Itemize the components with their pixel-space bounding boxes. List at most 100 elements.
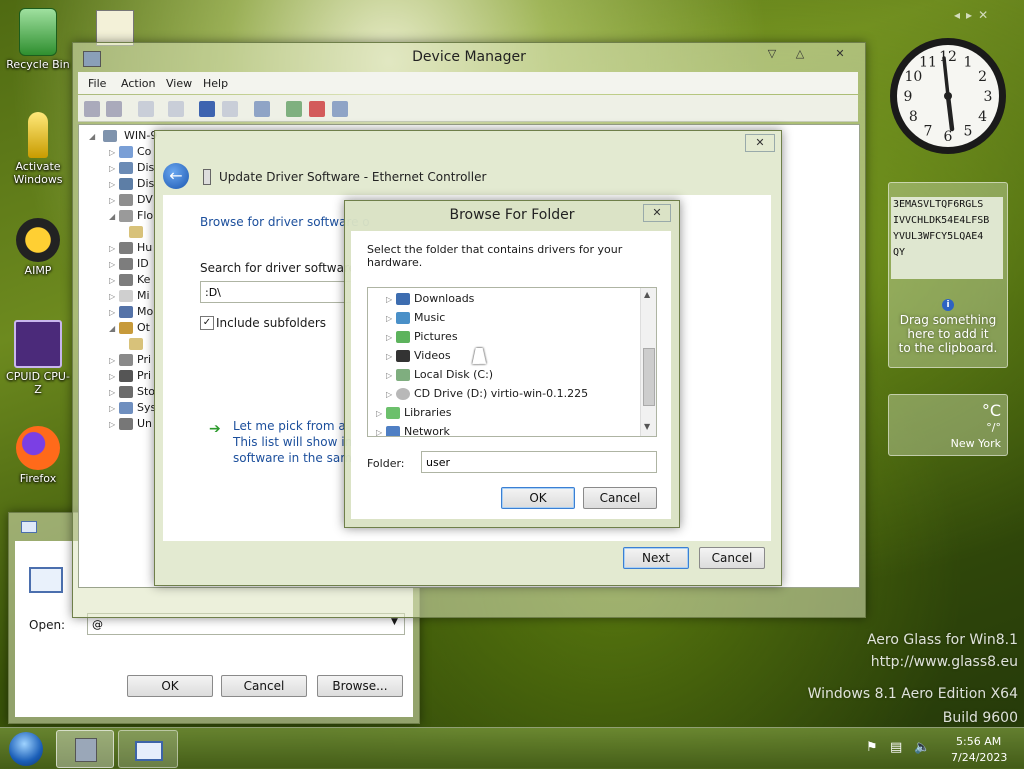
folder-item-label: Videos [414, 349, 451, 362]
folder-label: Folder: [367, 457, 405, 470]
desktop-icon-activate-windows[interactable]: Activate Windows [3, 112, 73, 186]
browse-cancel-button[interactable]: Cancel [583, 487, 657, 509]
expand-arrow-icon: ▷ [376, 409, 383, 418]
enable-device-icon[interactable] [332, 101, 348, 117]
run-ok-button[interactable]: OK [127, 675, 213, 697]
folder-tree-scrollbar[interactable]: ▲ ▼ [640, 288, 656, 436]
device-category-icon [119, 418, 133, 430]
desktop-icon-label: Recycle Bin [6, 58, 70, 71]
weather-unit: °C [981, 401, 1001, 420]
browse-ok-button[interactable]: OK [501, 487, 575, 509]
help-icon[interactable] [199, 101, 215, 117]
clock-number: 2 [978, 69, 987, 85]
desktop-icon-cpuz[interactable]: CPUID CPU-Z [3, 320, 73, 396]
watermark-line-4: Build 9600 [942, 710, 1018, 726]
run-browse-button[interactable]: Browse... [317, 675, 403, 697]
run-cancel-button[interactable]: Cancel [221, 675, 307, 697]
show-hide-icon[interactable] [168, 101, 184, 117]
folder-item-music[interactable]: ▷ Music [386, 309, 445, 327]
tree-item-label: DV [137, 193, 153, 206]
folder-item-pictures[interactable]: ▷ Pictures [386, 328, 458, 346]
taskbar-time[interactable]: 5:56 AM [956, 735, 1001, 748]
action-center-flag-icon[interactable]: ⚑ [866, 740, 878, 755]
close-button[interactable]: ✕ [825, 46, 855, 62]
next-button[interactable]: Next [623, 547, 689, 569]
device-category-icon [119, 178, 133, 190]
tree-item-label: Mo [137, 305, 154, 318]
weather-city: New York [950, 437, 1001, 450]
properties-icon[interactable] [138, 101, 154, 117]
scan-hardware-icon[interactable] [254, 101, 270, 117]
start-button[interactable] [9, 732, 43, 766]
libraries-icon [386, 407, 400, 419]
aimp-icon [16, 218, 60, 262]
collapse-arrow-icon: ◢ [109, 324, 116, 333]
close-button[interactable]: ✕ [643, 204, 671, 222]
tree-item[interactable]: ▷ Un [109, 415, 152, 433]
menu-help[interactable]: Help [203, 77, 228, 90]
include-subfolders-checkbox[interactable]: ✓ [200, 316, 214, 330]
run-app-icon [29, 567, 63, 593]
device-manager-icon [75, 738, 97, 762]
device-manager-toolbar [78, 95, 858, 122]
folder-item-label: Downloads [414, 292, 475, 305]
folder-item-cd-drive[interactable]: ▷ CD Drive (D:) virtio-win-0.1.225 [386, 385, 588, 403]
folder-item-downloads[interactable]: ▷ Downloads [386, 290, 474, 308]
uninstall-icon[interactable] [309, 101, 325, 117]
green-arrow-icon: ➔ [209, 421, 221, 437]
folder-item-label: Network [404, 425, 450, 437]
pick-driver-link[interactable]: Let me pick from a lis [233, 419, 362, 433]
folder-item-videos[interactable]: ▷ Videos [386, 347, 451, 365]
cancel-button[interactable]: Cancel [699, 547, 765, 569]
taskbar-run-button[interactable] [118, 730, 178, 768]
close-button[interactable]: ✕ [745, 134, 775, 152]
desktop-icon-label: Activate Windows [13, 160, 63, 186]
menu-action[interactable]: Action [121, 77, 155, 90]
folder-item-libraries[interactable]: ▷ Libraries [376, 404, 452, 422]
folder-item-label: CD Drive (D:) virtio-win-0.1.225 [414, 387, 589, 400]
device-category-icon [119, 306, 133, 318]
forward-arrow-icon[interactable] [106, 101, 122, 117]
details-icon[interactable] [222, 101, 238, 117]
expand-arrow-icon: ▷ [386, 371, 393, 380]
weather-gadget[interactable]: °C °/° New York [888, 394, 1008, 456]
update-driver-icon[interactable] [286, 101, 302, 117]
tree-root-label: WIN-9 [124, 129, 158, 142]
clock-gadget: 12 12 3 45678 9 1011 [890, 38, 1006, 154]
menu-view[interactable]: View [166, 77, 192, 90]
taskbar-device-manager-button[interactable] [56, 730, 114, 768]
chevron-down-icon[interactable]: ▼ [391, 617, 398, 627]
tree-item-label: Mi [137, 289, 150, 302]
taskbar-date[interactable]: 7/24/2023 [951, 751, 1007, 764]
pick-driver-desc-2: software in the same [233, 451, 360, 465]
clock-number: 1 [964, 54, 973, 70]
driver-path-input[interactable] [200, 281, 360, 303]
key-icon [28, 112, 48, 158]
folder-tree[interactable]: ▷ Downloads ▷ Music ▷ Pictures ▷ Videos ▷ Loc… [367, 287, 657, 437]
maximize-button[interactable]: △ [789, 46, 811, 62]
gadget-next-icon[interactable]: ▸ [966, 8, 978, 22]
menu-file[interactable]: File [88, 77, 106, 90]
folder-item-network[interactable]: ▷ Network [376, 423, 450, 437]
gadget-prev-icon[interactable]: ◂ [954, 8, 966, 22]
back-button[interactable]: ← [163, 163, 189, 189]
minimize-button[interactable]: ▽ [761, 46, 783, 62]
notepad-shortcut-icon[interactable] [96, 10, 134, 46]
back-arrow-icon[interactable] [84, 101, 100, 117]
folder-item-local-disk[interactable]: ▷ Local Disk (C:) [386, 366, 493, 384]
network-status-icon[interactable]: ▤ [890, 740, 902, 755]
folder-input[interactable] [421, 451, 657, 473]
tree-item-label: Ke [137, 273, 151, 286]
scroll-down-arrow-icon[interactable]: ▼ [644, 422, 650, 431]
scroll-thumb[interactable] [643, 348, 655, 406]
volume-muted-icon[interactable]: 🔈 [914, 740, 930, 755]
expand-arrow-icon: ▷ [386, 295, 393, 304]
desktop-icon-aimp[interactable]: AIMP [3, 218, 73, 277]
cpuz-icon [14, 320, 62, 368]
desktop-icon-recycle-bin[interactable]: Recycle Bin [3, 8, 73, 71]
desktop-icon-firefox[interactable]: Firefox [3, 426, 73, 485]
scroll-up-arrow-icon[interactable]: ▲ [644, 290, 650, 299]
watermark-line-3: Windows 8.1 Aero Edition X64 [807, 686, 1018, 702]
gadget-close-icon[interactable]: ✕ [978, 8, 994, 22]
clipboard-gadget[interactable]: 3EMASVLTQF6RGLS IVVCHLDK54E4LFSB YVUL3WF… [888, 182, 1008, 368]
